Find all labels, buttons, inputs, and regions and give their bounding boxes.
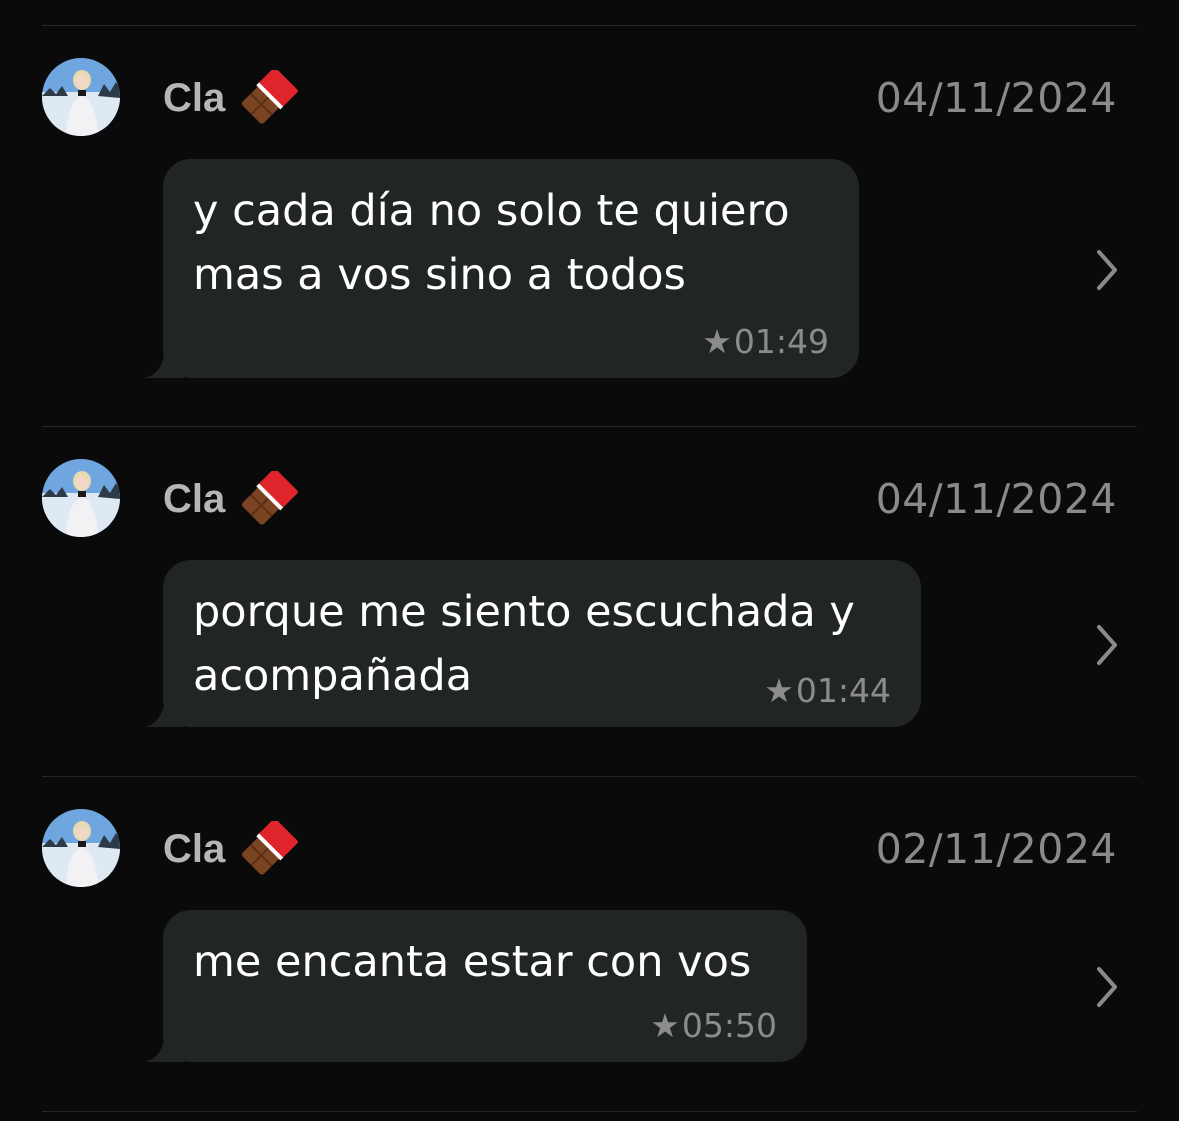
list-divider [42,776,1137,777]
message-time: 01:49 [733,322,829,361]
starred-message-item[interactable]: Cla 04/11/2024 y cada día no solo te qui… [0,58,1179,388]
list-divider [42,25,1137,26]
bubble-tail [144,1022,184,1062]
chocolate-bar-icon [242,70,299,124]
avatar[interactable] [42,58,120,136]
chevron-right-icon[interactable] [1093,248,1121,292]
chocolate-bar-icon [242,471,299,525]
sender-name: Cla [163,477,226,521]
avatar[interactable] [42,809,120,887]
message-bubble[interactable]: y cada día no solo te quiero mas a vos s… [144,159,859,378]
message-meta: ★ 01:49 [702,320,829,364]
chocolate-bar-icon [242,821,299,875]
star-icon: ★ [650,1006,680,1045]
message-date: 04/11/2024 [875,475,1117,523]
star-icon: ★ [764,671,794,710]
list-divider [42,426,1137,427]
star-icon: ★ [702,322,732,361]
sender-name: Cla [163,76,226,120]
message-bubble[interactable]: me encanta estar con vos ★ 05:50 [144,910,807,1062]
message-bubble[interactable]: porque me siento escuchada y acompañada … [144,560,921,727]
bubble-tail [144,338,184,378]
chevron-right-icon[interactable] [1093,623,1121,667]
starred-message-item[interactable]: Cla 02/11/2024 me encanta estar con vos … [0,809,1179,1074]
message-text-line: y cada día no solo te quiero [193,186,790,236]
message-meta: ★ 01:44 [764,669,891,713]
sender-header: Cla [163,471,299,527]
bubble-tail [144,687,184,727]
chevron-right-icon[interactable] [1093,965,1121,1009]
sender-header: Cla [163,821,299,877]
message-text-line: porque me siento escuchada y [193,587,855,637]
message-date: 02/11/2024 [875,825,1117,873]
sender-name: Cla [163,827,226,871]
message-time: 05:50 [681,1006,777,1045]
message-text-line: me encanta estar con vos [193,937,752,987]
sender-header: Cla [163,70,299,126]
message-meta: ★ 05:50 [650,1004,777,1048]
avatar[interactable] [42,459,120,537]
message-text-line: mas a vos sino a todos [193,250,686,300]
message-time: 01:44 [795,671,891,710]
message-date: 04/11/2024 [875,74,1117,122]
starred-message-item[interactable]: Cla 04/11/2024 porque me siento escuchad… [0,459,1179,739]
list-divider [42,1111,1137,1112]
